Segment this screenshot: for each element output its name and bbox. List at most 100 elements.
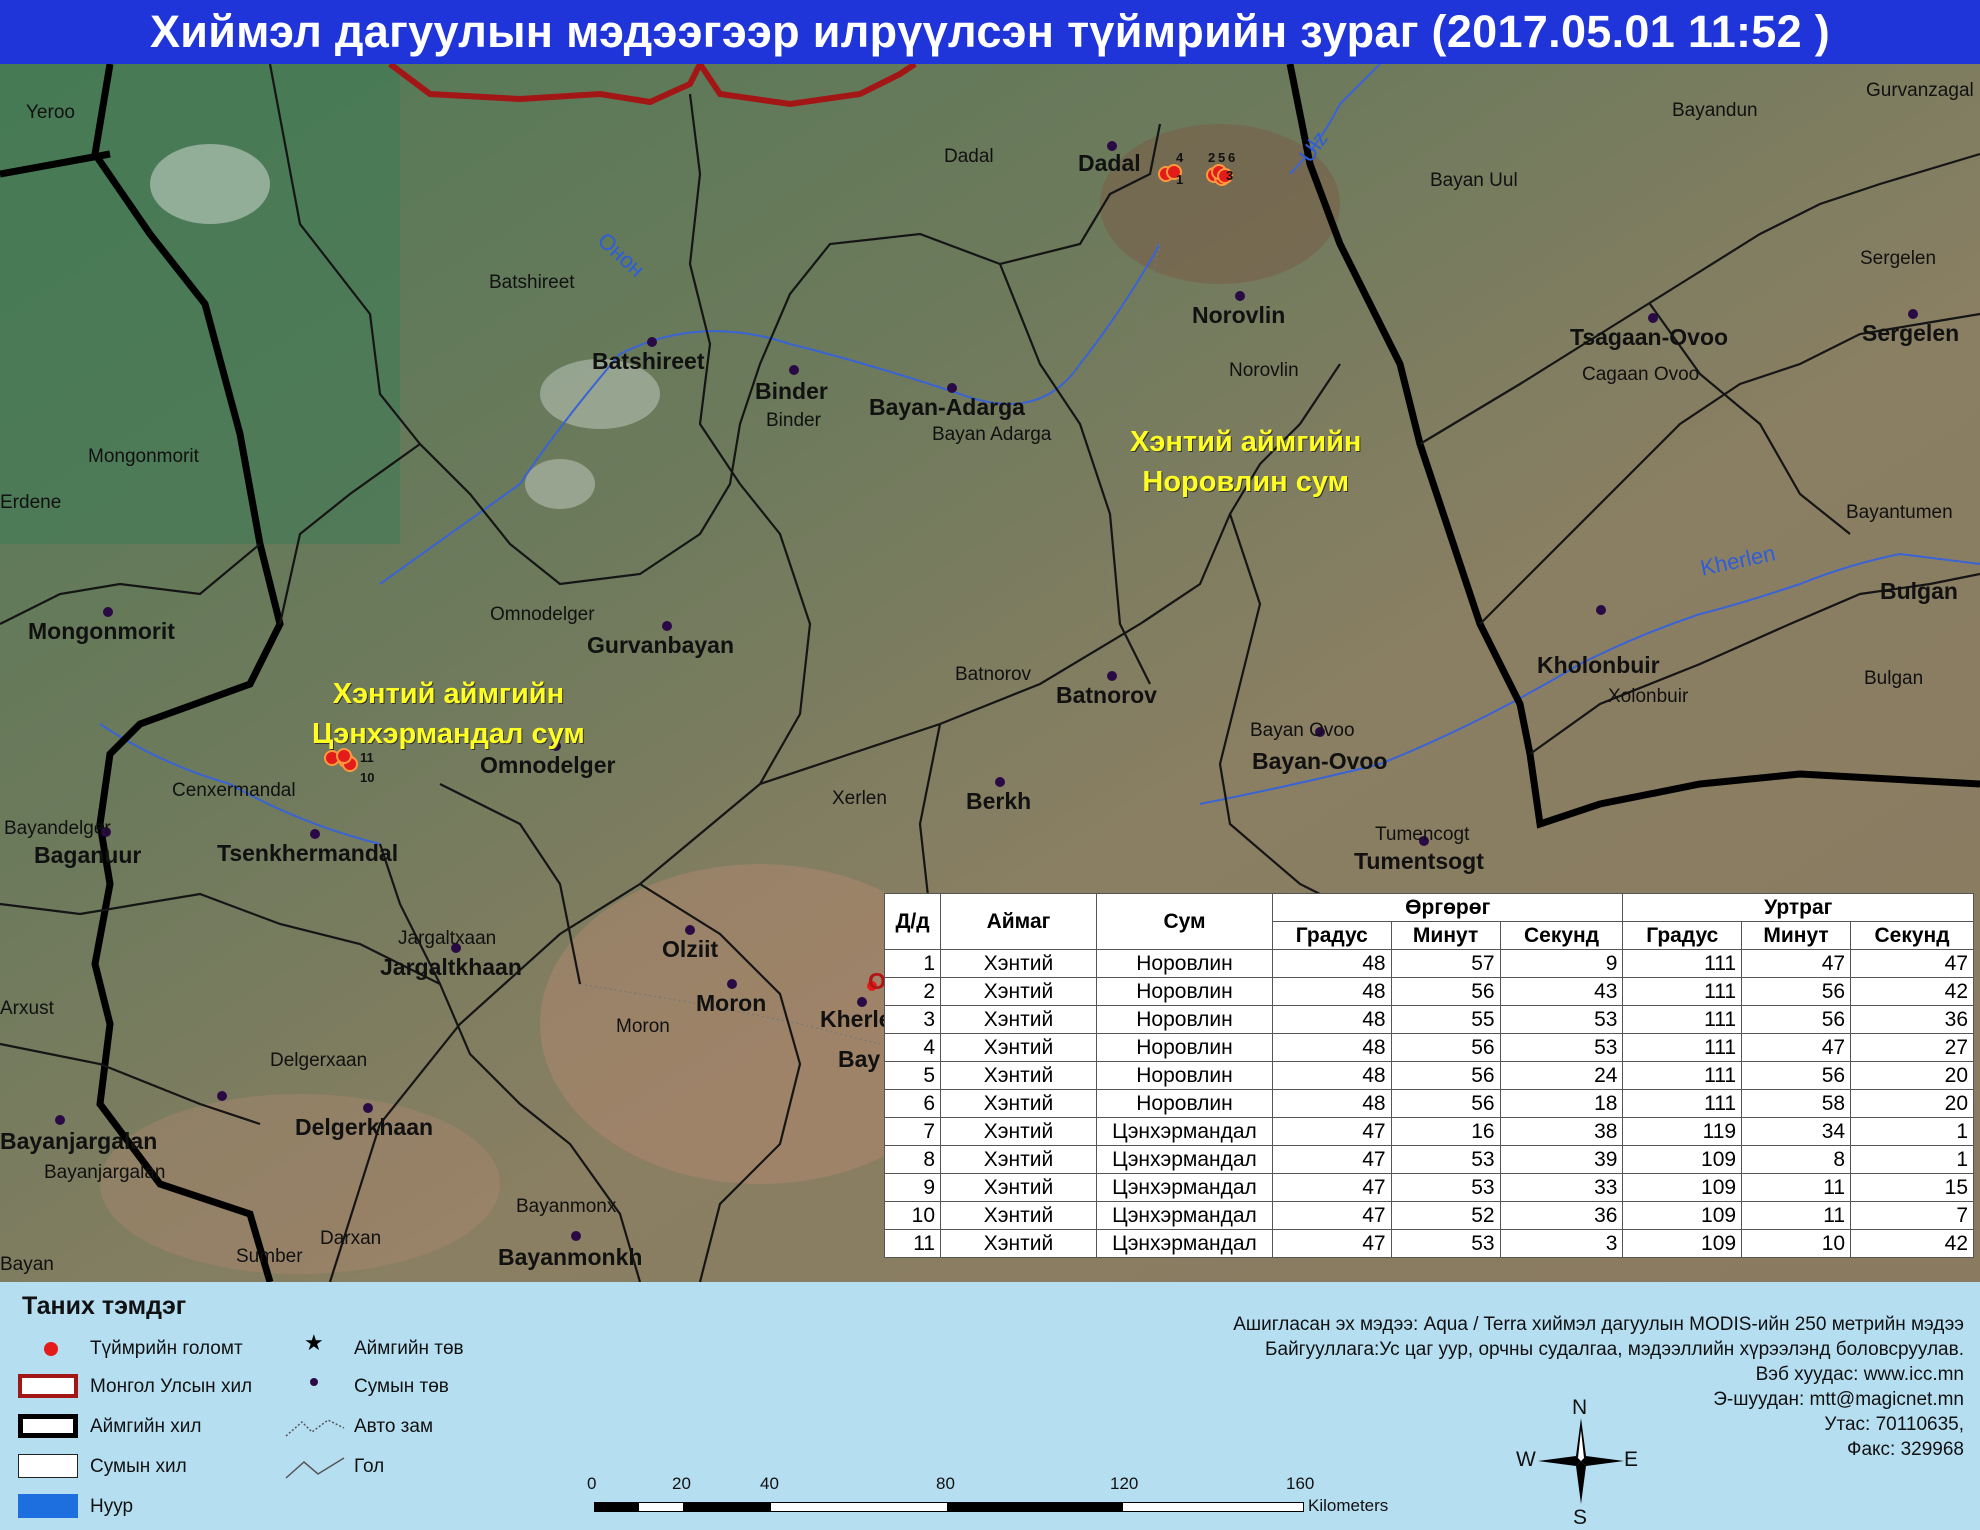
table-cell: 58 xyxy=(1741,1089,1852,1118)
table-cell: 109 xyxy=(1622,1145,1743,1174)
road-icon xyxy=(285,1419,345,1437)
table-cell: Хэнтий xyxy=(940,1033,1097,1062)
sum-center-label: Tsenkhermandal xyxy=(217,840,399,866)
table-cell: 111 xyxy=(1622,1005,1743,1034)
place-label: Bayanjargalan xyxy=(44,1162,166,1183)
table-cell: 119 xyxy=(1622,1117,1743,1146)
table-cell: 36 xyxy=(1850,1005,1974,1034)
table-row: 6 Хэнтий Норовлин 48 56 18 111 58 20 xyxy=(884,1089,1974,1118)
place-label: Delgerxaan xyxy=(270,1050,368,1071)
table-cell: Норовлин xyxy=(1096,949,1273,978)
place-label: Xolonbuir xyxy=(1608,686,1689,707)
sum-center-label: Sergelen xyxy=(1862,320,1960,346)
scale-tick: 0 xyxy=(587,1474,597,1493)
table-cell: 3 xyxy=(884,1005,941,1034)
fire-label: 3 xyxy=(1226,168,1234,183)
table-cell: 10 xyxy=(1741,1229,1852,1258)
table-row: 3 Хэнтий Норовлин 48 55 53 111 56 36 xyxy=(884,1005,1974,1034)
table-cell: 20 xyxy=(1850,1089,1974,1118)
table-row: 4 Хэнтий Норовлин 48 56 53 111 47 27 xyxy=(884,1033,1974,1062)
sum-center-label: Tumentsogt xyxy=(1354,848,1484,874)
cloud-patch xyxy=(150,144,270,224)
highlight-tsenkhermandal: Хэнтий аймгийн Цэнхэрмандал сум xyxy=(312,678,585,750)
highlight-norovlin: Хэнтий аймгийн Норовлин сум xyxy=(1130,426,1362,498)
place-label: Bayan xyxy=(0,1254,54,1275)
table-cell: 48 xyxy=(1272,1089,1392,1118)
table-cell: 109 xyxy=(1622,1229,1743,1258)
sum-center-dot xyxy=(1908,309,1918,319)
table-cell: 56 xyxy=(1390,1061,1501,1090)
scale-tick: 20 xyxy=(672,1474,691,1493)
place-label: Moron xyxy=(616,1016,670,1037)
table-row: 10 Хэнтий Цэнхэрмандал 47 52 36 109 11 7 xyxy=(884,1201,1974,1230)
sum-center-dot xyxy=(1107,671,1117,681)
table-cell: 53 xyxy=(1499,1005,1624,1034)
place-label: Yeroo xyxy=(26,102,75,123)
table-cell: Норовлин xyxy=(1096,1089,1273,1118)
col-header-latitude: Өргөрөг xyxy=(1271,893,1624,922)
cloud-patch xyxy=(525,459,595,509)
table-cell: 16 xyxy=(1390,1117,1501,1146)
table-cell: 48 xyxy=(1272,1061,1392,1090)
table-cell: 111 xyxy=(1622,1089,1743,1118)
place-label: Arxust xyxy=(0,998,54,1019)
table-cell: Хэнтий xyxy=(940,1173,1097,1202)
table-cell: 56 xyxy=(1741,1061,1852,1090)
sum-center-label: Batshireet xyxy=(592,348,705,374)
place-label: Bayan Adarga xyxy=(932,424,1052,445)
sum-center-dot xyxy=(1648,313,1658,323)
table-cell: 47 xyxy=(1272,1145,1392,1174)
table-cell: 1 xyxy=(1850,1117,1974,1146)
sum-center-label: Dadal xyxy=(1078,150,1141,176)
sum-center-dot xyxy=(217,1091,227,1101)
legend-fire: Түймрийн голомт xyxy=(90,1338,243,1359)
sum-center-label: Jargaltkhaan xyxy=(380,954,522,980)
country-border-icon xyxy=(18,1374,78,1398)
sum-center-label: Tsagaan-Ovoo xyxy=(1570,324,1729,350)
fire-label: 2 xyxy=(1208,150,1216,165)
table-cell: Хэнтий xyxy=(940,1145,1097,1174)
legend-sum-center: Сумын төв xyxy=(354,1376,449,1397)
table-cell: 11 xyxy=(1741,1173,1852,1202)
place-label: Batshireet xyxy=(489,272,575,293)
sum-center-label: Binder xyxy=(755,378,828,404)
table-cell: 15 xyxy=(1850,1173,1974,1202)
place-label: Xerlen xyxy=(832,788,887,809)
sum-center-dot xyxy=(662,621,672,631)
table-cell: 20 xyxy=(1850,1061,1974,1090)
table-cell: 24 xyxy=(1499,1061,1624,1090)
table-cell: 8 xyxy=(1741,1145,1852,1174)
credit-email[interactable]: Э-шуудан: mtt@magicnet.mn xyxy=(1233,1387,1964,1412)
fire-point-icon xyxy=(44,1342,58,1356)
table-cell: Норовлин xyxy=(1096,1033,1273,1062)
sum-center-label: Omnodelger xyxy=(480,752,616,778)
table-cell: Норовлин xyxy=(1096,977,1273,1006)
table-row: 5 Хэнтий Норовлин 48 56 24 111 56 20 xyxy=(884,1061,1974,1090)
sum-center-dot xyxy=(103,607,113,617)
star-icon: ★ xyxy=(304,1330,324,1355)
table-cell: 6 xyxy=(884,1089,941,1118)
table-cell: Цэнхэрмандал xyxy=(1096,1117,1273,1146)
place-label: Omnodelger xyxy=(490,604,595,625)
table-cell: 53 xyxy=(1390,1145,1501,1174)
sum-center-label: Bulgan xyxy=(1880,578,1958,604)
table-cell: 2 xyxy=(884,977,941,1006)
table-cell: 42 xyxy=(1850,977,1974,1006)
sum-center-dot xyxy=(947,383,957,393)
table-cell: 48 xyxy=(1272,949,1392,978)
table-cell: 38 xyxy=(1499,1117,1624,1146)
sum-center-dot xyxy=(685,925,695,935)
col-header-lat-deg: Градус xyxy=(1272,921,1392,950)
table-cell: 111 xyxy=(1622,1061,1743,1090)
fire-label: 6 xyxy=(1228,150,1236,165)
table-cell: Хэнтий xyxy=(940,949,1097,978)
credit-website[interactable]: Вэб хуудас: www.icc.mn xyxy=(1233,1362,1964,1387)
col-header-lat-min: Минут xyxy=(1390,921,1501,950)
table-cell: 33 xyxy=(1499,1173,1624,1202)
table-cell: 56 xyxy=(1390,1033,1501,1062)
table-cell: 57 xyxy=(1390,949,1501,978)
aimag-border-icon xyxy=(18,1414,78,1438)
table-cell: 56 xyxy=(1741,977,1852,1006)
table-cell: 36 xyxy=(1499,1201,1624,1230)
table-cell: 27 xyxy=(1850,1033,1974,1062)
